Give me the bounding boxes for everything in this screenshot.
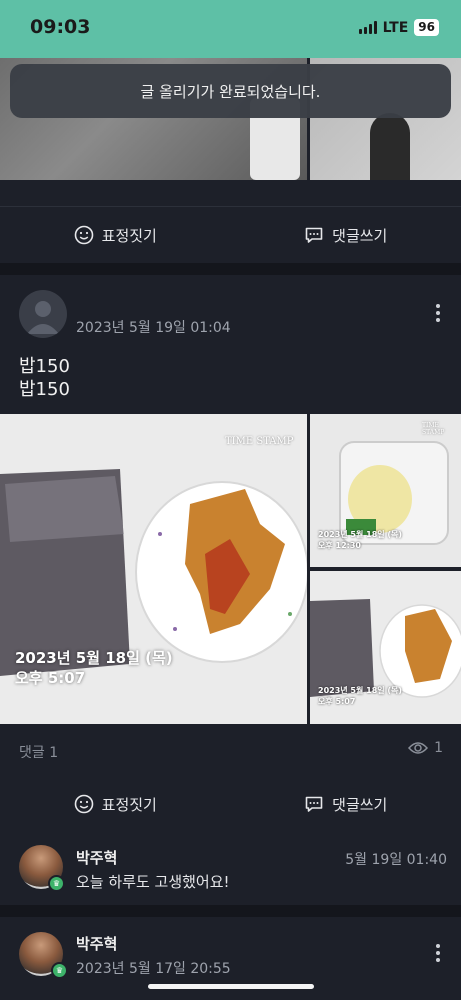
signal-icon — [358, 21, 377, 34]
write-comment-button[interactable]: 댓글쓰기 — [231, 207, 461, 263]
battery-icon: 96 — [414, 19, 439, 36]
post-actions: 표정짓기 댓글쓰기 — [0, 776, 461, 832]
previous-post-footer — [0, 180, 461, 207]
next-post-more-menu-icon[interactable] — [428, 941, 448, 965]
next-post-author[interactable]: 박주혁 — [76, 933, 117, 954]
comment-time: 5월 19일 01:40 — [345, 852, 447, 868]
post-separator — [0, 263, 461, 275]
default-avatar-icon — [27, 301, 59, 334]
comment-text: 오늘 하루도 고생했어요! — [76, 873, 230, 891]
react-button[interactable]: 표정짓기 — [0, 207, 231, 263]
smiley-icon — [74, 794, 93, 814]
post-date: 2023년 5월 19일 01:04 — [76, 320, 231, 336]
photo-timestamp: 2023년 5월 18일 (목) 오후 5:07 — [318, 685, 402, 707]
react-label: 표정짓기 — [101, 226, 157, 245]
photo-timestamp-time: 오후 5:07 — [318, 697, 356, 706]
avatar[interactable] — [19, 290, 67, 338]
comment-icon — [305, 796, 323, 812]
upload-complete-toast: 글 올리기가 완료되었습니다. — [10, 64, 451, 118]
post-text: 밥150 밥150 — [19, 355, 70, 401]
photo-timestamp-date: 2023년 5월 18일 (목) — [318, 686, 403, 695]
previous-post-actions: 표정짓기 댓글쓰기 — [0, 207, 461, 263]
crown-icon: ♛ — [48, 875, 65, 892]
eye-icon — [408, 742, 429, 754]
view-count-value: 1 — [434, 740, 443, 756]
timestamp-logo: TIME STAMP — [225, 436, 294, 447]
post-text-line: 밥150 — [19, 356, 70, 377]
smiley-icon — [74, 225, 93, 245]
status-indicators: LTE 96 — [358, 19, 439, 36]
post-more-menu-icon[interactable] — [428, 301, 448, 325]
comment-item[interactable]: ♛ 박주혁 오늘 하루도 고생했어요! 5월 19일 01:40 — [0, 838, 461, 900]
post-photo-top-right[interactable]: TIME STAMP 2023년 5월 18일 (목) 오후 12:30 — [310, 414, 461, 567]
post-meta-row: 댓글 1 1 — [0, 738, 461, 762]
post-separator — [0, 905, 461, 917]
react-button[interactable]: 표정짓기 — [0, 776, 231, 832]
photo-timestamp: 2023년 5월 18일 (목) 오후 12:30 — [318, 529, 402, 551]
comment-label: 댓글쓰기 — [332, 795, 388, 814]
write-comment-button[interactable]: 댓글쓰기 — [231, 776, 461, 832]
commenter-name[interactable]: 박주혁 — [76, 847, 117, 868]
photo-timestamp-date: 2023년 5월 18일 (목) — [15, 649, 173, 667]
toast-message: 글 올리기가 완료되었습니다. — [140, 82, 321, 101]
comment-icon — [305, 227, 323, 243]
comment-count[interactable]: 댓글 1 — [19, 742, 58, 762]
next-post-date: 2023년 5월 17일 20:55 — [76, 961, 231, 977]
timestamp-logo: TIME STAMP — [422, 422, 445, 436]
photo-timestamp-time: 오후 5:07 — [15, 669, 86, 687]
react-label: 표정짓기 — [101, 795, 157, 814]
photo-timestamp: 2023년 5월 18일 (목) 오후 5:07 — [15, 648, 173, 688]
network-type: LTE — [382, 19, 409, 36]
photo-timestamp-date: 2023년 5월 18일 (목) — [318, 530, 403, 539]
crown-icon: ♛ — [51, 962, 68, 979]
view-count: 1 — [408, 740, 443, 756]
post-photo-grid: TIME STAMP 2023년 5월 18일 (목) 오후 5:07 TIME… — [0, 414, 461, 724]
photo-timestamp-time: 오후 12:30 — [318, 541, 361, 550]
post-photo-main[interactable]: TIME STAMP 2023년 5월 18일 (목) 오후 5:07 — [0, 414, 307, 724]
status-bar: 09:03 LTE 96 — [0, 0, 461, 58]
home-indicator[interactable] — [148, 984, 314, 989]
comment-label: 댓글쓰기 — [332, 226, 388, 245]
post-photo-bottom-right[interactable]: 2023년 5월 18일 (목) 오후 5:07 — [310, 571, 461, 724]
post-text-line: 밥150 — [19, 379, 70, 400]
status-time: 09:03 — [30, 16, 91, 38]
